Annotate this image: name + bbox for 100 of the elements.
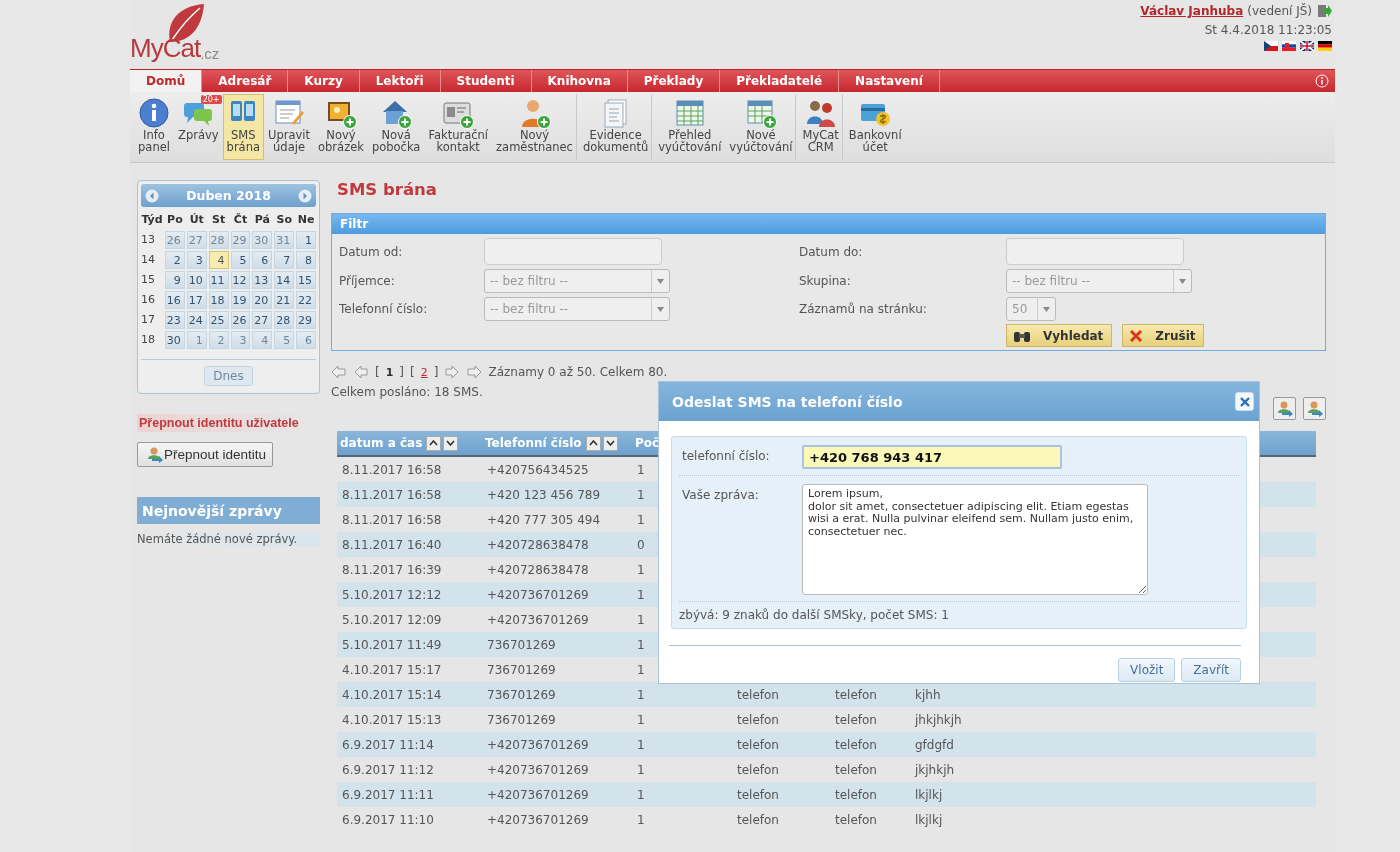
calendar-day[interactable]: 20 xyxy=(252,291,273,309)
calendar-day[interactable]: 19 xyxy=(230,291,251,309)
calendar-day[interactable]: 22 xyxy=(296,291,316,309)
first-page-icon[interactable] xyxy=(331,364,347,380)
toolbar-button[interactable]: Upravit údaje xyxy=(264,94,314,160)
calendar-day[interactable]: 27 xyxy=(252,311,273,329)
toolbar-button[interactable]: Nový zaměstnanec xyxy=(492,94,577,160)
toolbar-button[interactable]: MyCat CRM xyxy=(798,94,843,160)
toolbar-button[interactable]: Fakturační kontakt xyxy=(424,94,493,160)
week-number: 17 xyxy=(141,312,156,328)
week-number: 14 xyxy=(141,252,156,268)
dialog-button[interactable]: Vložit xyxy=(1118,658,1176,682)
close-button[interactable] xyxy=(1235,392,1254,411)
calendar-day[interactable]: 11 xyxy=(208,271,229,289)
table-cell: telefon xyxy=(737,737,779,752)
message-field[interactable]: Lorem ipsum, dolor sit amet, consectetuer adipiscing elit. Etiam egestas wisi a erat. Nulla pulvinar eleifend sem. Nullam justo enim, consectetuer nec. xyxy=(802,484,1148,595)
calendar-day[interactable]: 6 xyxy=(252,251,273,269)
user-link[interactable]: Václav Janhuba xyxy=(1140,4,1244,18)
table-cell: jkjhkjh xyxy=(915,762,955,777)
info-icon[interactable] xyxy=(1315,74,1329,88)
calendar-day[interactable]: 8 xyxy=(296,251,316,269)
calendar-day[interactable]: 15 xyxy=(296,271,316,289)
switch-identity-button[interactable]: Přepnout identitu xyxy=(137,442,274,467)
toolbar-button[interactable]: SMS brána xyxy=(222,94,264,160)
page-link[interactable]: 1 xyxy=(385,365,394,379)
toolbar-button[interactable]: Přehled vyúčtování xyxy=(654,94,726,160)
table-cell: telefon xyxy=(835,712,877,727)
toolbar-button[interactable]: Nová pobočka xyxy=(367,94,425,160)
table-cell: telefon xyxy=(835,762,877,777)
toolbar-button[interactable]: Evidence dokumentů xyxy=(578,94,653,160)
week-number: 13 xyxy=(141,232,156,248)
filter-button[interactable]: Zrušit xyxy=(1122,324,1205,347)
toolbar-button[interactable]: Info panel xyxy=(134,94,174,160)
calendar-day[interactable]: 3 xyxy=(186,251,207,269)
next-month-icon[interactable] xyxy=(298,188,312,203)
toolbar-button[interactable]: Nové vyúčtování xyxy=(725,94,797,160)
table-cell: telefon xyxy=(835,812,877,827)
calendar-day[interactable]: 10 xyxy=(186,271,207,289)
calendar-day[interactable]: 4 xyxy=(208,251,229,269)
sort-descending-button[interactable] xyxy=(602,435,618,451)
table-cell: +420736701269 xyxy=(487,812,589,827)
sort-ascending-button[interactable] xyxy=(426,435,442,451)
table-cell: 6.9.2017 11:12 xyxy=(342,762,434,777)
calendar-day[interactable]: 21 xyxy=(274,291,295,309)
calendar-day[interactable]: 30 xyxy=(165,331,185,349)
calendar-day[interactable]: 18 xyxy=(208,291,229,309)
calendar-day[interactable]: 24 xyxy=(186,311,207,329)
users-arrow-button[interactable] xyxy=(1303,397,1326,420)
next-page-icon[interactable] xyxy=(444,364,461,380)
calendar-day[interactable]: 23 xyxy=(165,311,185,329)
table-cell: telefon xyxy=(737,762,779,777)
calendar-day[interactable]: 13 xyxy=(252,271,273,289)
calendar-day[interactable]: 28 xyxy=(274,311,295,329)
table-cell: 1 xyxy=(637,587,645,602)
info-icon xyxy=(138,97,170,129)
toolbar-button[interactable]: 20+ Zprávy xyxy=(174,94,223,160)
sort-ascending-button[interactable] xyxy=(585,435,601,451)
calendar-day[interactable]: 1 xyxy=(296,231,316,249)
table-cell: 1 xyxy=(637,462,645,477)
filter-header: Filtr xyxy=(332,214,1325,234)
toolbar-button[interactable]: Bankovní účet xyxy=(844,94,906,160)
table-cell: 4.10.2017 15:14 xyxy=(342,687,442,702)
field-label: Příjemce: xyxy=(339,274,396,288)
toolbar-button[interactable]: Nový obrázek xyxy=(314,94,368,160)
sort-descending-button[interactable] xyxy=(443,435,459,451)
date-field[interactable] xyxy=(1006,238,1184,265)
calendar-day[interactable]: 14 xyxy=(274,271,295,289)
previous-page-icon[interactable] xyxy=(353,364,369,380)
table-cell: 736701269 xyxy=(487,712,556,727)
table-cell: 736701269 xyxy=(487,637,556,652)
logo-suffix: .cz xyxy=(200,45,220,62)
logout-icon[interactable] xyxy=(1316,3,1332,19)
calendar-day[interactable]: 17 xyxy=(186,291,207,309)
calendar-day[interactable]: 7 xyxy=(274,251,295,269)
table-cell: 8.11.2017 16:58 xyxy=(342,487,442,502)
weekday-label: Út xyxy=(188,212,205,228)
last-page-icon[interactable] xyxy=(466,364,483,380)
table-cell: 1 xyxy=(637,612,645,627)
calendar-day[interactable]: 16 xyxy=(165,291,185,309)
filter-button[interactable]: Vyhledat xyxy=(1006,324,1113,347)
field-label: Telefonní číslo: xyxy=(339,302,429,316)
bracket: [ xyxy=(375,365,380,379)
calendar-day[interactable]: 26 xyxy=(230,311,251,329)
calendar-day[interactable]: 2 xyxy=(165,251,185,269)
date-field[interactable] xyxy=(484,238,662,265)
calendar-day[interactable]: 5 xyxy=(230,251,251,269)
calendar-day[interactable]: 12 xyxy=(230,271,251,289)
nav-tab[interactable]: Domů xyxy=(130,70,203,92)
page-link[interactable]: 2 xyxy=(420,365,428,379)
previous-month-icon[interactable] xyxy=(145,188,159,203)
calendar-day[interactable]: 9 xyxy=(165,271,185,289)
calendar-day[interactable]: 25 xyxy=(208,311,229,329)
dropdown-icon xyxy=(1179,278,1186,284)
table-cell: 8.11.2017 16:40 xyxy=(342,537,442,552)
phone-field[interactable]: +420 768 943 417 xyxy=(802,445,1062,469)
calendar-day[interactable]: 29 xyxy=(296,311,316,329)
dialog-button[interactable]: Zavřít xyxy=(1181,658,1241,682)
column-header: Poč xyxy=(635,436,660,450)
user-arrow-button[interactable] xyxy=(1273,397,1296,420)
table-cell: telefon xyxy=(835,737,877,752)
